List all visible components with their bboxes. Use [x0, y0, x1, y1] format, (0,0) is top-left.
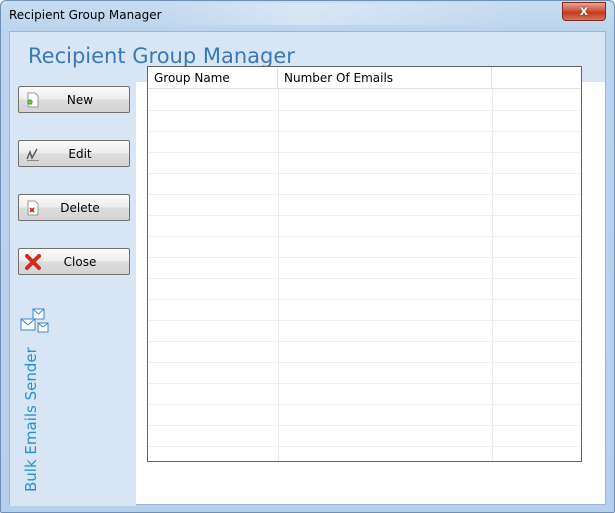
grid-row-line	[148, 299, 581, 300]
grid-header: Group Name Number Of Emails	[148, 67, 581, 89]
column-divider	[492, 89, 493, 461]
page-title: Recipient Group Manager	[28, 44, 295, 68]
edit-button-label: Edit	[68, 147, 92, 161]
new-button[interactable]: New	[18, 86, 130, 113]
grid-row-line	[148, 320, 581, 321]
grid-row-line	[148, 446, 581, 447]
column-header-number-of-emails[interactable]: Number Of Emails	[278, 67, 492, 89]
grid-row-line	[148, 362, 581, 363]
grid-row-line	[148, 257, 581, 258]
grid-row-line	[148, 341, 581, 342]
grid-row-line	[148, 110, 581, 111]
close-button[interactable]: Close	[18, 248, 130, 275]
column-header-group-name[interactable]: Group Name	[148, 67, 278, 89]
envelopes-icon	[20, 308, 49, 333]
recipient-groups-grid[interactable]: Group Name Number Of Emails	[147, 66, 582, 462]
title-bar[interactable]: Recipient Group Manager x	[1, 1, 614, 31]
column-divider	[278, 89, 279, 461]
grid-row-line	[148, 194, 581, 195]
grid-row-line	[148, 404, 581, 405]
title-bar-glass	[151, 3, 531, 25]
window-title: Recipient Group Manager	[9, 8, 162, 22]
grid-row-line	[148, 383, 581, 384]
grid-row-line	[148, 425, 581, 426]
brand-text: Bulk Emails Sender	[22, 347, 40, 492]
new-button-label: New	[66, 93, 94, 107]
window-close-button[interactable]: x	[562, 2, 606, 21]
delete-button[interactable]: Delete	[18, 194, 130, 221]
grid-row-line	[148, 131, 581, 132]
app-window: Recipient Group Manager x Recipient Grou…	[0, 0, 615, 513]
grid-body[interactable]	[148, 89, 581, 461]
grid-row-line	[148, 152, 581, 153]
grid-row-line	[148, 278, 581, 279]
grid-row-line	[148, 236, 581, 237]
close-icon: x	[579, 4, 589, 19]
close-button-label: Close	[63, 255, 97, 269]
delete-button-label: Delete	[60, 201, 100, 215]
grid-row-line	[148, 215, 581, 216]
column-header-filler	[492, 67, 581, 89]
grid-row-line	[148, 173, 581, 174]
edit-button[interactable]: Edit	[18, 140, 130, 167]
